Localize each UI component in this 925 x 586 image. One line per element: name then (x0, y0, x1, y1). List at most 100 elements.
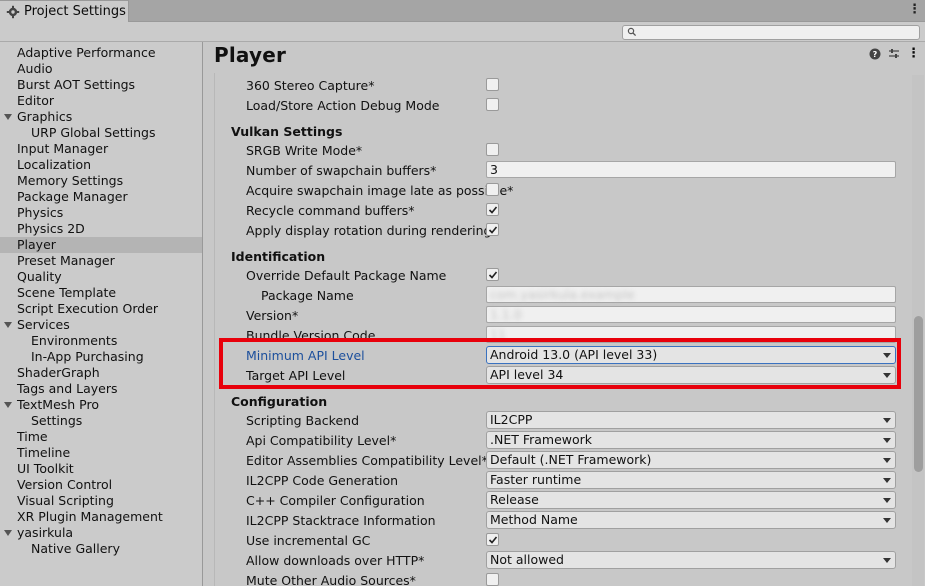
row-incremental-gc: Use incremental GC (204, 530, 904, 550)
sidebar-item-time[interactable]: Time (0, 429, 202, 445)
sidebar-item-settings[interactable]: Settings (0, 413, 202, 429)
row-label: IL2CPP Code Generation (246, 473, 399, 488)
sidebar-item-label: Environments (31, 333, 118, 348)
expand-arrow-icon[interactable] (4, 402, 12, 408)
row-label: Acquire swapchain image late as possible… (246, 183, 514, 198)
swapchain-buffers-field[interactable]: 3 (486, 161, 896, 178)
row-label: Override Default Package Name (246, 268, 447, 283)
inspector-panel: Player ? ⋮ 360 Stereo Capture* Load/Stor… (204, 42, 925, 586)
cpp-compiler-dropdown[interactable]: Release (486, 491, 896, 509)
load-store-debug-checkbox[interactable] (486, 98, 499, 111)
sidebar-item-textmesh-pro[interactable]: TextMesh Pro (0, 397, 202, 413)
row-srgb-write: SRGB Write Mode* (204, 140, 904, 160)
sidebar-item-label: Settings (31, 413, 83, 428)
page-title: Player (214, 43, 287, 67)
api-compat-dropdown[interactable]: .NET Framework (486, 431, 896, 449)
sidebar-item-audio[interactable]: Audio (0, 61, 202, 77)
scripting-backend-dropdown[interactable]: IL2CPP (486, 411, 896, 429)
version-field[interactable]: 1.1.0 (486, 306, 896, 323)
sidebar-item-in-app-purchasing[interactable]: In-App Purchasing (0, 349, 202, 365)
sidebar-item-services[interactable]: Services (0, 317, 202, 333)
chevron-down-icon (883, 353, 891, 358)
search-icon (627, 27, 637, 37)
sidebar-item-localization[interactable]: Localization (0, 157, 202, 173)
sidebar-item-physics[interactable]: Physics (0, 205, 202, 221)
sidebar-item-label: Localization (17, 157, 92, 172)
expand-arrow-icon[interactable] (4, 114, 12, 120)
acquire-swapchain-checkbox[interactable] (486, 183, 499, 196)
expand-arrow-icon[interactable] (4, 530, 12, 536)
sidebar-item-label: UI Toolkit (17, 461, 74, 476)
help-icon[interactable]: ? (869, 48, 881, 60)
sidebar-item-shadergraph[interactable]: ShaderGraph (0, 365, 202, 381)
sidebar-item-label: Services (17, 317, 70, 332)
recycle-buffers-checkbox[interactable] (486, 203, 499, 216)
mute-audio-checkbox[interactable] (486, 573, 499, 586)
window-menu-icon[interactable]: ⋮ (908, 3, 921, 16)
more-icon[interactable]: ⋮ (907, 47, 920, 60)
sidebar-item-timeline[interactable]: Timeline (0, 445, 202, 461)
scrollbar-thumb[interactable] (914, 316, 923, 472)
sidebar-item-ui-toolkit[interactable]: UI Toolkit (0, 461, 202, 477)
project-settings-tab[interactable]: Project Settings (0, 0, 129, 22)
row-label: Use incremental GC (246, 533, 371, 548)
row-http-downloads: Allow downloads over HTTP* Not allowed (204, 550, 904, 570)
sidebar-item-environments[interactable]: Environments (0, 333, 202, 349)
sidebar-item-urp-global-settings[interactable]: URP Global Settings (0, 125, 202, 141)
sidebar-item-adaptive-performance[interactable]: Adaptive Performance (0, 45, 202, 61)
srgb-write-checkbox[interactable] (486, 143, 499, 156)
header-icons: ? ⋮ (869, 47, 920, 60)
sidebar-item-version-control[interactable]: Version Control (0, 477, 202, 493)
stacktrace-dropdown[interactable]: Method Name (486, 511, 896, 529)
row-minimum-api: Minimum API Level Android 13.0 (API leve… (204, 345, 904, 365)
row-editor-assemblies: Editor Assemblies Compatibility Level* D… (204, 450, 904, 470)
dropdown-value: Method Name (490, 512, 578, 527)
search-input[interactable] (622, 25, 920, 40)
dropdown-value: Android 13.0 (API level 33) (490, 347, 658, 362)
package-name-value: com.yasirkula.example (490, 287, 635, 302)
incremental-gc-checkbox[interactable] (486, 533, 499, 546)
sidebar-item-graphics[interactable]: Graphics (0, 109, 202, 125)
override-package-checkbox[interactable] (486, 268, 499, 281)
editor-assemblies-dropdown[interactable]: Default (.NET Framework) (486, 451, 896, 469)
sidebar-item-quality[interactable]: Quality (0, 269, 202, 285)
sidebar-item-memory-settings[interactable]: Memory Settings (0, 173, 202, 189)
row-label: Number of swapchain buffers* (246, 163, 437, 178)
stereo-capture-checkbox[interactable] (486, 78, 499, 91)
minimum-api-dropdown[interactable]: Android 13.0 (API level 33) (486, 346, 896, 364)
sidebar-item-scene-template[interactable]: Scene Template (0, 285, 202, 301)
sidebar-item-player[interactable]: Player (0, 237, 202, 253)
configuration-header: Configuration (231, 394, 328, 409)
sidebar-item-label: In-App Purchasing (31, 349, 144, 364)
expand-arrow-icon[interactable] (4, 322, 12, 328)
display-rotation-checkbox[interactable] (486, 223, 499, 236)
row-override-package: Override Default Package Name (204, 265, 904, 285)
target-api-dropdown[interactable]: API level 34 (486, 366, 896, 384)
sidebar-item-burst-aot-settings[interactable]: Burst AOT Settings (0, 77, 202, 93)
row-label: Recycle command buffers* (246, 203, 415, 218)
preset-icon[interactable] (888, 48, 900, 60)
sidebar-item-tags-and-layers[interactable]: Tags and Layers (0, 381, 202, 397)
dropdown-value: .NET Framework (490, 432, 593, 447)
row-label: Bundle Version Code (246, 328, 376, 343)
sidebar-item-editor[interactable]: Editor (0, 93, 202, 109)
sidebar-item-script-execution-order[interactable]: Script Execution Order (0, 301, 202, 317)
sidebar-item-label: Tags and Layers (17, 381, 118, 396)
package-name-field[interactable]: com.yasirkula.example (486, 286, 896, 303)
toolbar (0, 22, 925, 42)
bundle-version-field[interactable]: 11 (486, 326, 896, 343)
sidebar-item-yasirkula[interactable]: yasirkula (0, 525, 202, 541)
sidebar-item-native-gallery[interactable]: Native Gallery (0, 541, 202, 557)
sidebar-item-xr-plugin-management[interactable]: XR Plugin Management (0, 509, 202, 525)
sidebar-item-visual-scripting[interactable]: Visual Scripting (0, 493, 202, 509)
sidebar-item-physics-2d[interactable]: Physics 2D (0, 221, 202, 237)
sidebar-item-input-manager[interactable]: Input Manager (0, 141, 202, 157)
window-tab-bar: Project Settings ⋮ (0, 0, 925, 22)
il2cpp-codegen-dropdown[interactable]: Faster runtime (486, 471, 896, 489)
row-version: Version* 1.1.0 (204, 305, 904, 325)
row-cpp-compiler: C++ Compiler Configuration Release (204, 490, 904, 510)
sidebar-item-package-manager[interactable]: Package Manager (0, 189, 202, 205)
http-downloads-dropdown[interactable]: Not allowed (486, 551, 896, 569)
sidebar-item-preset-manager[interactable]: Preset Manager (0, 253, 202, 269)
row-label: Target API Level (246, 368, 346, 383)
